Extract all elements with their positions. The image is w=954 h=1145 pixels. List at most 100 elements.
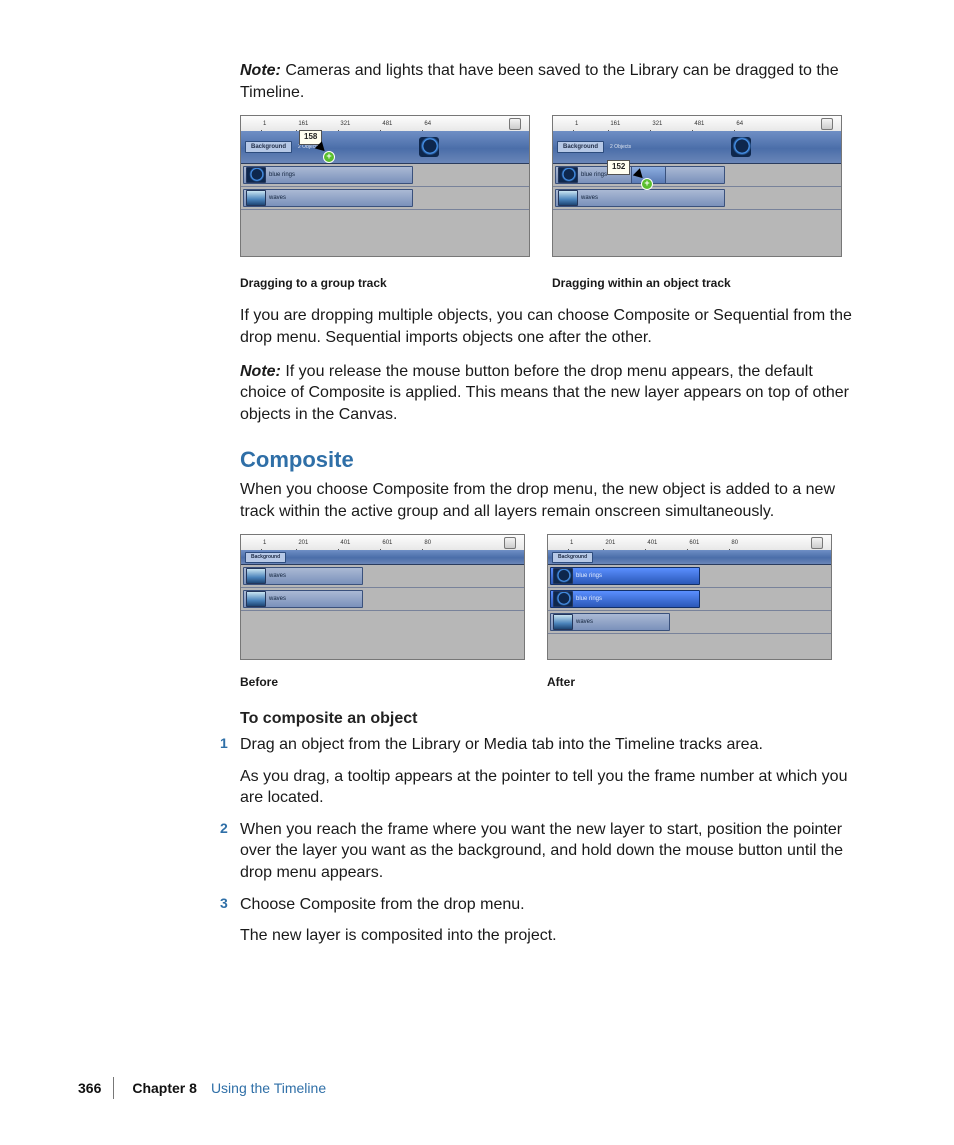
- group-label: Background: [245, 552, 286, 563]
- note-label: Note:: [240, 363, 281, 380]
- timeline-ruler: 1 201 401 601 80: [548, 535, 831, 551]
- clip-label: waves: [581, 194, 598, 202]
- tracks-area: Background waves waves: [241, 550, 524, 659]
- wave-thumbnail-icon: [553, 614, 573, 630]
- ring-thumbnail-icon: [246, 167, 266, 183]
- note-label: Note:: [240, 62, 281, 79]
- figure-after: 1 201 401 601 80 Background b: [547, 534, 832, 690]
- step-text: When you reach the frame where you want …: [240, 819, 860, 884]
- clip-blue-rings: blue rings: [243, 166, 413, 184]
- note-text: Cameras and lights that have been saved …: [240, 62, 839, 101]
- ruler-tick: 80: [731, 539, 738, 547]
- section-heading-composite: Composite: [240, 445, 860, 475]
- step-2: 2 When you reach the frame where you wan…: [240, 819, 860, 884]
- ruler-tick: 401: [647, 539, 657, 547]
- ring-thumbnail-icon: [553, 568, 573, 584]
- page-footer: 366 Chapter 8 Using the Timeline: [78, 1077, 326, 1099]
- ruler-tick: 161: [298, 120, 308, 128]
- figure-caption: Before: [240, 674, 525, 690]
- clip-label: waves: [269, 595, 286, 603]
- group-track: Background 2 Objects: [553, 131, 841, 164]
- ring-thumbnail-icon: [553, 591, 573, 607]
- group-track: Background 2 Objects 158: [241, 131, 529, 164]
- ruler-tick: 321: [340, 120, 350, 128]
- step-text: Choose Composite from the drop menu.: [240, 894, 860, 916]
- object-track: waves: [241, 565, 524, 588]
- ruler-tick: 1: [570, 539, 573, 547]
- tracks-area: Background 2 Objects blue rings 152: [553, 131, 841, 256]
- step-text: Drag an object from the Library or Media…: [240, 734, 860, 756]
- timeline-screenshot: 1 201 401 601 80 Background w: [240, 534, 525, 660]
- figure-row-1: 1 161 321 481 64 Background 2 Objects 15…: [240, 115, 860, 291]
- group-sublabel: 2 Objects: [610, 144, 631, 151]
- timeline-ruler: 1 201 401 601 80: [241, 535, 524, 551]
- step-body: Choose Composite from the drop menu. The…: [240, 894, 860, 947]
- ring-thumbnail-icon: [558, 167, 578, 183]
- frame-tooltip: 152: [607, 160, 630, 175]
- ring-thumbnail-icon: [419, 137, 439, 157]
- group-label: Background: [245, 141, 292, 153]
- ring-thumbnail-icon: [731, 137, 751, 157]
- timeline-screenshot: 1 161 321 481 64 Background 2 Objects 15…: [240, 115, 530, 257]
- clip-label: blue rings: [269, 171, 295, 179]
- figure-caption: Dragging within an object track: [552, 275, 842, 291]
- step-text: The new layer is composited into the pro…: [240, 925, 860, 947]
- figure-caption: Dragging to a group track: [240, 275, 530, 291]
- clip-waves: waves: [550, 613, 670, 631]
- ruler-tick: 64: [736, 120, 743, 128]
- object-track: waves: [553, 187, 841, 210]
- procedure-heading: To composite an object: [240, 708, 860, 730]
- ruler-tick: 1: [575, 120, 578, 128]
- note-paragraph-1: Note: Cameras and lights that have been …: [240, 60, 860, 103]
- wave-thumbnail-icon: [246, 568, 266, 584]
- tracks-area: Background 2 Objects 158 blue rings: [241, 131, 529, 256]
- figure-caption: After: [547, 674, 832, 690]
- object-track: blue rings: [548, 565, 831, 588]
- object-track: waves: [548, 611, 831, 634]
- clip-label: blue rings: [576, 595, 602, 603]
- group-label: Background: [557, 141, 604, 153]
- ruler-tick: 1: [263, 539, 266, 547]
- step-number: 1: [220, 734, 228, 753]
- timeline-ruler: 1 161 321 481 64: [553, 116, 841, 132]
- ruler-tick: 481: [694, 120, 704, 128]
- ruler-tick: 201: [298, 539, 308, 547]
- ruler-tick: 601: [382, 539, 392, 547]
- body-paragraph: When you choose Composite from the drop …: [240, 479, 860, 522]
- figure-drag-group: 1 161 321 481 64 Background 2 Objects 15…: [240, 115, 530, 291]
- wave-thumbnail-icon: [246, 190, 266, 206]
- clip-label: blue rings: [581, 171, 607, 179]
- step-1: 1 Drag an object from the Library or Med…: [240, 734, 860, 809]
- timeline-ruler: 1 161 321 481 64: [241, 116, 529, 132]
- drop-cursor-icon: [317, 143, 333, 159]
- document-page: Note: Cameras and lights that have been …: [0, 0, 954, 1145]
- clip-label: waves: [576, 618, 593, 626]
- group-track: Background: [548, 550, 831, 565]
- tracks-area: Background blue rings blue rings: [548, 550, 831, 659]
- step-text: As you drag, a tooltip appears at the po…: [240, 766, 860, 809]
- main-content: Note: Cameras and lights that have been …: [240, 60, 860, 947]
- group-track: Background: [241, 550, 524, 565]
- object-track: blue rings: [241, 164, 529, 187]
- clip-blue-rings: blue rings: [550, 567, 700, 585]
- ruler-tick: 64: [424, 120, 431, 128]
- step-number: 3: [220, 894, 228, 913]
- clip-blue-rings: blue rings: [550, 590, 700, 608]
- clip-label: blue rings: [576, 572, 602, 580]
- body-paragraph: If you are dropping multiple objects, yo…: [240, 305, 860, 348]
- clip-waves: waves: [243, 590, 363, 608]
- object-track: waves: [241, 187, 529, 210]
- page-number: 366: [78, 1079, 101, 1098]
- step-body: When you reach the frame where you want …: [240, 819, 860, 884]
- ruler-tick: 201: [605, 539, 615, 547]
- drop-cursor-icon: [635, 170, 651, 186]
- ruler-tick: 321: [652, 120, 662, 128]
- object-track: blue rings 152: [553, 164, 841, 187]
- ruler-tick: 80: [424, 539, 431, 547]
- ruler-tick: 161: [610, 120, 620, 128]
- timeline-screenshot: 1 161 321 481 64 Background 2 Objects: [552, 115, 842, 257]
- figure-drag-object: 1 161 321 481 64 Background 2 Objects: [552, 115, 842, 291]
- wave-thumbnail-icon: [246, 591, 266, 607]
- note-text: If you release the mouse button before t…: [240, 363, 849, 423]
- clip-label: waves: [269, 572, 286, 580]
